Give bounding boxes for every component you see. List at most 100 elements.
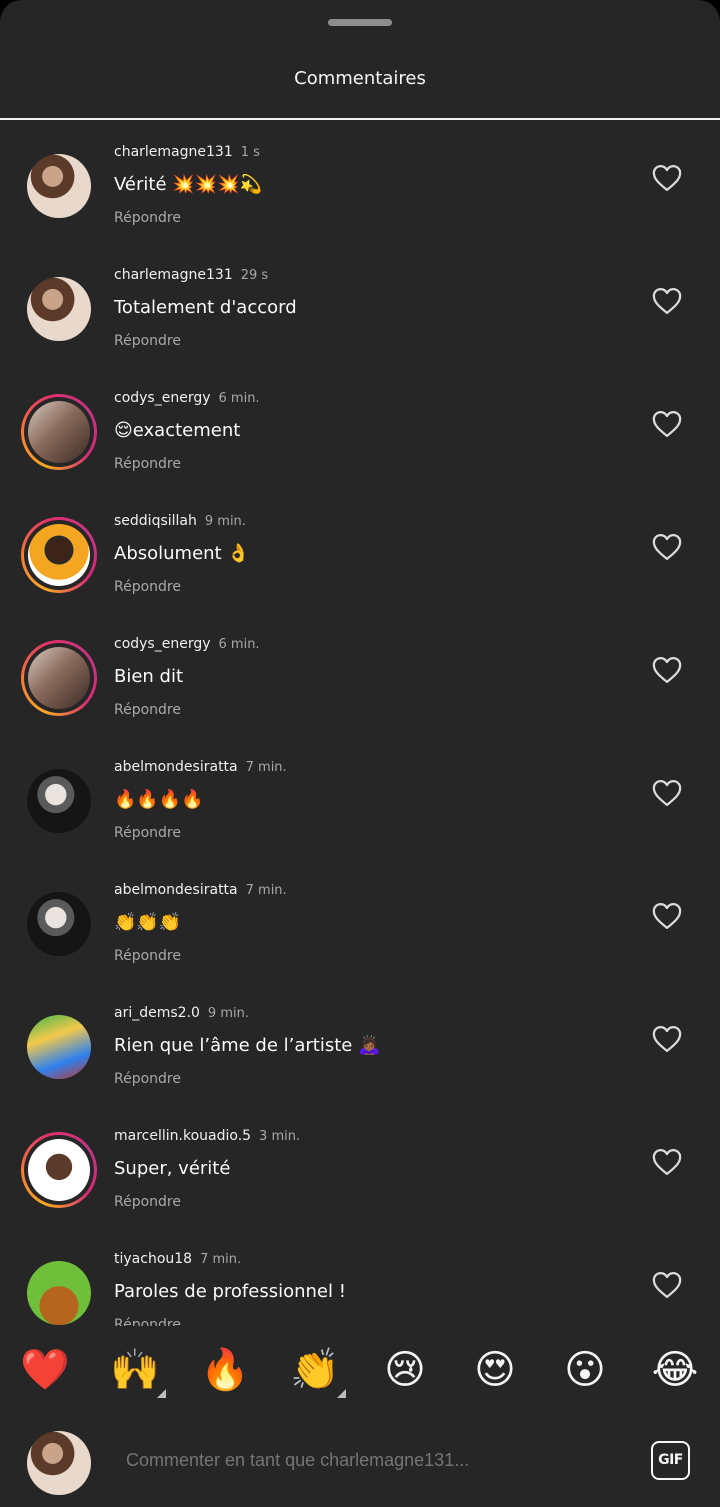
avatar (28, 1139, 90, 1201)
avatar (27, 1431, 91, 1495)
comment-input[interactable] (126, 1450, 626, 1471)
reaction-crying-face-icon[interactable]: 😢 (380, 1340, 430, 1400)
comment-meta: codys_energy 6 min. (114, 390, 260, 406)
avatar (27, 892, 91, 956)
avatar (28, 524, 90, 586)
reply-button[interactable]: Répondre (114, 948, 181, 964)
heart-outline-icon[interactable] (652, 902, 682, 930)
heart-outline-icon[interactable] (652, 1148, 682, 1176)
comment-text: 🔥🔥🔥🔥 (114, 789, 204, 810)
comment-item[interactable]: charlemagne131 1 s Vérité 💥💥💥💫 Répondre (0, 126, 720, 249)
comment-username[interactable]: ari_dems2.0 (114, 1005, 200, 1021)
avatar-story-ring[interactable] (21, 394, 97, 470)
comment-username[interactable]: codys_energy (114, 390, 211, 406)
reply-button[interactable]: Répondre (114, 456, 181, 472)
comment-text: Absolument 👌 (114, 543, 250, 564)
reaction-emoji: 😮 (564, 1347, 606, 1393)
avatar-container[interactable] (27, 154, 91, 218)
avatar (28, 647, 90, 709)
composer-avatar (27, 1431, 91, 1495)
reply-button[interactable]: Répondre (114, 1317, 181, 1326)
reply-button[interactable]: Répondre (114, 210, 181, 226)
heart-outline-icon[interactable] (652, 779, 682, 807)
comment-username[interactable]: abelmondesiratta (114, 882, 238, 898)
comment-composer: GIF (0, 1420, 720, 1507)
reaction-tears-of-joy-icon[interactable]: 😂 (650, 1340, 700, 1400)
heart-outline-icon[interactable] (652, 1271, 682, 1299)
heart-outline-icon[interactable] (652, 410, 682, 438)
comment-username[interactable]: charlemagne131 (114, 267, 233, 283)
more-variants-indicator-icon (337, 1389, 346, 1398)
comment-timestamp: 9 min. (204, 514, 246, 529)
reaction-emoji: 😢 (384, 1347, 426, 1393)
comment-username[interactable]: tiyachou18 (114, 1251, 192, 1267)
comment-timestamp: 6 min. (218, 637, 260, 652)
comment-item[interactable]: seddiqsillah 9 min. Absolument 👌 Répondre (0, 495, 720, 618)
comment-meta: tiyachou18 7 min. (114, 1251, 241, 1267)
avatar-story-ring[interactable] (21, 517, 97, 593)
reaction-emoji: ❤️ (20, 1347, 70, 1393)
reaction-heart-icon[interactable]: ❤️ (20, 1340, 70, 1400)
avatar (27, 769, 91, 833)
comment-item[interactable]: marcellin.kouadio.5 3 min. Super, vérité Ré… (0, 1110, 720, 1233)
comment-username[interactable]: charlemagne131 (114, 144, 233, 160)
reaction-emoji: 😂 (651, 1347, 699, 1393)
reply-button[interactable]: Répondre (114, 1071, 181, 1087)
reaction-clapping-hands-icon[interactable]: 👏 (290, 1340, 346, 1400)
reaction-surprised-face-icon[interactable]: 😮 (560, 1340, 610, 1400)
reaction-fire-icon[interactable]: 🔥 (200, 1340, 250, 1400)
comment-meta: marcellin.kouadio.5 3 min. (114, 1128, 300, 1144)
heart-outline-icon[interactable] (652, 287, 682, 315)
reaction-emoji: 👏 (290, 1347, 340, 1393)
avatar-container[interactable] (27, 769, 91, 833)
comment-text: Vérité 💥💥💥💫 (114, 174, 262, 195)
comment-username[interactable]: codys_energy (114, 636, 211, 652)
reply-button[interactable]: Répondre (114, 702, 181, 718)
comment-timestamp: 1 s (240, 145, 260, 160)
reply-button[interactable]: Répondre (114, 825, 181, 841)
sheet-drag-handle[interactable] (328, 19, 392, 26)
heart-outline-icon[interactable] (652, 656, 682, 684)
heart-outline-icon[interactable] (652, 533, 682, 561)
heart-outline-icon[interactable] (652, 164, 682, 192)
comment-item[interactable]: abelmondesiratta 7 min. 🔥🔥🔥🔥 Répondre (0, 741, 720, 864)
reply-button[interactable]: Répondre (114, 333, 181, 349)
reply-button[interactable]: Répondre (114, 579, 181, 595)
story-ring-gap (24, 397, 94, 467)
sheet-title: Commentaires (294, 68, 426, 89)
heart-outline-icon[interactable] (652, 1025, 682, 1053)
comment-list[interactable]: charlemagne131 1 s Vérité 💥💥💥💫 Répondre char… (0, 120, 720, 1326)
comment-item[interactable]: abelmondesiratta 7 min. 👏👏👏 Répondre (0, 864, 720, 987)
comment-username[interactable]: seddiqsillah (114, 513, 197, 529)
reaction-raising-hands-icon[interactable]: 🙌 (110, 1340, 166, 1400)
comment-timestamp: 7 min. (245, 760, 287, 775)
comment-item[interactable]: charlemagne131 29 s Totalement d'accord Rép… (0, 249, 720, 372)
avatar (27, 277, 91, 341)
comment-timestamp: 6 min. (218, 391, 260, 406)
comments-sheet: Commentaires charlemagne131 1 s Vérité 💥💥💥… (0, 0, 720, 1507)
comment-meta: ari_dems2.0 9 min. (114, 1005, 249, 1021)
avatar (28, 401, 90, 463)
comment-meta: charlemagne131 1 s (114, 144, 260, 160)
comment-username[interactable]: marcellin.kouadio.5 (114, 1128, 251, 1144)
avatar-container[interactable] (27, 1261, 91, 1325)
reply-button[interactable]: Répondre (114, 1194, 181, 1210)
comment-text: Bien dit (114, 666, 184, 687)
comment-item[interactable]: ari_dems2.0 9 min. Rien que l’âme de l’art… (0, 987, 720, 1110)
avatar-story-ring[interactable] (21, 640, 97, 716)
comment-item[interactable]: codys_energy 6 min. Bien dit Répondre (0, 618, 720, 741)
comment-item[interactable]: codys_energy 6 min. 😌exactement Répondre (0, 372, 720, 495)
comment-text: Totalement d'accord (114, 297, 297, 318)
avatar-container[interactable] (27, 277, 91, 341)
comment-timestamp: 3 min. (259, 1129, 301, 1144)
avatar-container[interactable] (27, 1015, 91, 1079)
avatar-story-ring[interactable] (21, 1132, 97, 1208)
avatar (27, 154, 91, 218)
comment-item[interactable]: tiyachou18 7 min. Paroles de professionnel… (0, 1233, 720, 1326)
comment-text: 👏👏👏 (114, 912, 182, 933)
reaction-emoji: 🔥 (200, 1347, 250, 1393)
reaction-heart-eyes-icon[interactable]: 😍 (470, 1340, 520, 1400)
avatar-container[interactable] (27, 892, 91, 956)
comment-username[interactable]: abelmondesiratta (114, 759, 238, 775)
gif-button[interactable]: GIF (651, 1441, 690, 1480)
